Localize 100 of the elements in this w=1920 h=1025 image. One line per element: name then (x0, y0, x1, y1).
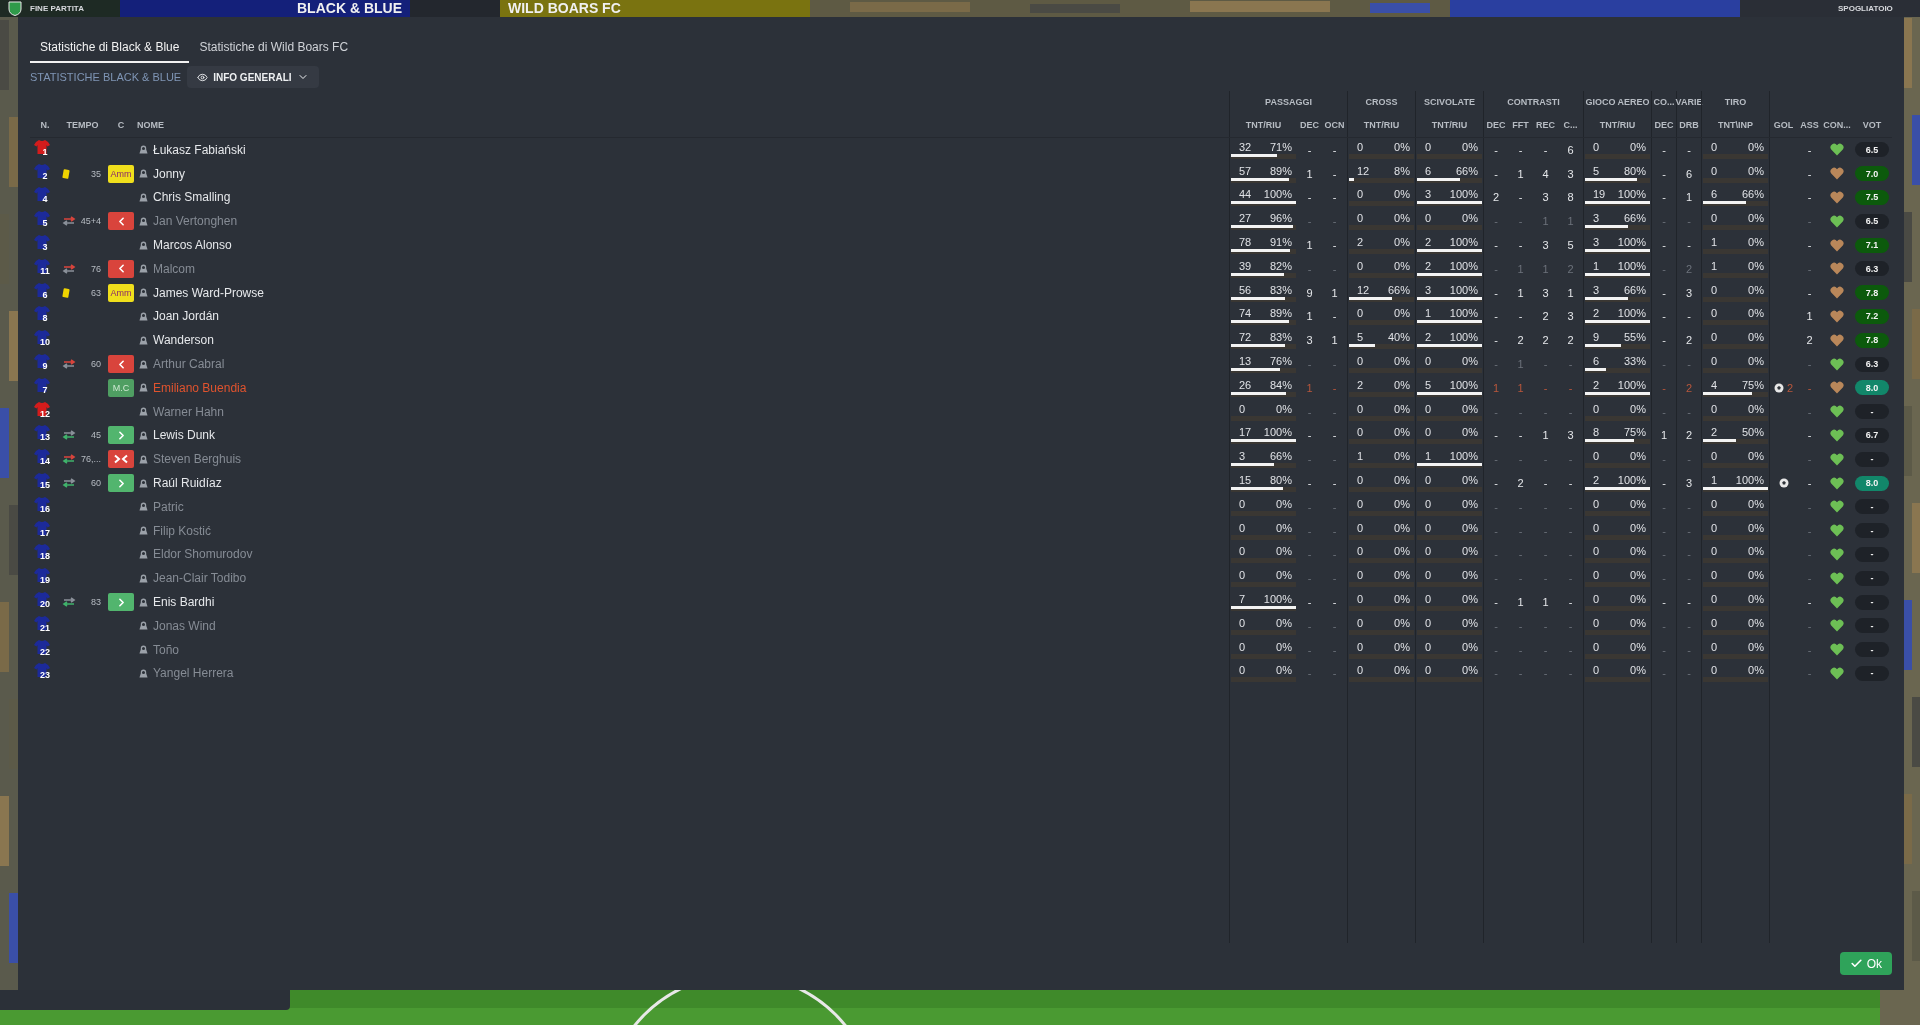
player-name[interactable]: Patric (153, 499, 184, 514)
progress-track (1585, 415, 1650, 421)
stat-count: 15 (1239, 474, 1252, 487)
stat-count: 39 (1239, 259, 1252, 272)
stat-percent: 100% (1617, 236, 1646, 249)
player-name[interactable]: James Ward-Prowse (153, 285, 264, 300)
player-name[interactable]: Łukasz Fabiański (153, 142, 246, 157)
player-name[interactable]: Malcom (153, 261, 195, 276)
minute-text: 83 (91, 597, 101, 608)
stat-value: - (1332, 619, 1337, 632)
stat-percent: 0% (1748, 640, 1764, 653)
player-name[interactable]: Lewis Dunk (153, 428, 216, 443)
substitution-icon (62, 216, 76, 227)
player-name[interactable]: Steven Berghuis (153, 452, 242, 467)
stat-value: - (1807, 215, 1812, 228)
progress-track (1231, 510, 1296, 516)
player-name[interactable]: Joan Jordán (153, 309, 220, 324)
rating-badge: 7.2 (1855, 308, 1889, 324)
stat-percent: 0% (1748, 521, 1764, 534)
stat-value: - (1662, 453, 1666, 466)
player-name[interactable]: Warner Hahn (153, 404, 224, 419)
stat-count: 2 (1593, 378, 1600, 391)
progress-track (1417, 677, 1482, 683)
player-name[interactable]: Enis Bardhi (153, 595, 215, 610)
stat-percent: 0% (1394, 236, 1410, 249)
progress-track (1417, 439, 1482, 445)
column-header: TEMPO (66, 120, 99, 130)
check-icon (1849, 957, 1863, 970)
stat-value: - (1662, 358, 1666, 371)
stat-count: 12 (1357, 283, 1370, 296)
stat-percent: 0% (1462, 497, 1478, 510)
player-name[interactable]: Toño (153, 642, 180, 657)
substitution-icon (62, 263, 76, 274)
player-name[interactable]: Filip Kostić (153, 523, 211, 538)
stat-count: 0 (1711, 616, 1718, 629)
stat-count: 74 (1239, 307, 1252, 320)
stat-percent: 66% (1623, 212, 1646, 225)
progress-track (1349, 534, 1414, 540)
column-header: TNT\INP (1718, 120, 1753, 130)
stat-count: 1 (1711, 474, 1718, 487)
view-dropdown[interactable]: INFO GENERALI (187, 66, 319, 88)
stat-value: - (1494, 477, 1498, 490)
player-name[interactable]: Arthur Cabral (153, 357, 225, 372)
stat-count: 26 (1239, 378, 1252, 391)
stat-value: - (1494, 619, 1498, 632)
progress-track (1585, 558, 1650, 564)
player-name[interactable]: Raúl Ruidíaz (153, 476, 222, 491)
stat-percent: 50% (1741, 426, 1764, 439)
stat-percent: 100% (1263, 593, 1292, 606)
stat-percent: 0% (1630, 521, 1646, 534)
team-tab[interactable]: Statistiche di Black & Blue (30, 33, 190, 63)
stat-percent: 0% (1748, 164, 1764, 177)
away-team-name: WILD BOARS FC (508, 0, 621, 17)
stat-count: 2 (1425, 236, 1432, 249)
shirt-number: 16 (39, 503, 51, 514)
stat-value: - (1687, 215, 1691, 228)
booking-card-icon (62, 287, 70, 298)
stat-count: 0 (1425, 497, 1432, 510)
column-header: C (117, 120, 125, 130)
locker-room-link[interactable]: SPOGLIATOIO (1838, 0, 1893, 17)
booking-card-icon (62, 168, 70, 179)
stat-count: 2 (1593, 307, 1600, 320)
stat-value: - (1687, 358, 1691, 371)
stat-value: - (1687, 143, 1691, 156)
stat-percent: 0% (1630, 616, 1646, 629)
player-name[interactable]: Jonny (153, 166, 186, 181)
stat-count: 1 (1593, 259, 1600, 272)
stat-percent: 0% (1462, 616, 1478, 629)
stat-value: 2 (1685, 381, 1693, 394)
stat-value: - (1807, 167, 1812, 180)
stat-count: 0 (1711, 664, 1718, 677)
person-icon (139, 264, 148, 274)
player-name[interactable]: Eldor Shomurodov (153, 547, 253, 562)
player-name[interactable]: Wanderson (153, 333, 214, 348)
shirt-number: 18 (39, 551, 51, 562)
stat-value: - (1687, 405, 1691, 418)
player-name[interactable]: Jonas Wind (153, 618, 216, 633)
player-name[interactable]: Yangel Herrera (153, 666, 234, 681)
stat-value: - (1543, 358, 1548, 371)
stat-percent: 0% (1748, 331, 1764, 344)
team-tab[interactable]: Statistiche di Wild Boars FC (189, 33, 359, 63)
player-name[interactable]: Jean-Clair Todibo (153, 571, 247, 586)
stat-value: - (1662, 596, 1666, 609)
stat-value: - (1662, 334, 1666, 347)
stat-count: 0 (1425, 402, 1432, 415)
stat-value: - (1807, 453, 1812, 466)
stat-count: 0 (1593, 545, 1600, 558)
stat-percent: 0% (1462, 545, 1478, 558)
stat-count: 1 (1357, 450, 1364, 463)
rating-badge: 6.3 (1855, 356, 1889, 372)
player-name[interactable]: Chris Smalling (153, 190, 231, 205)
stat-percent: 0% (1276, 545, 1292, 558)
stat-count: 3 (1425, 188, 1432, 201)
player-name[interactable]: Jan Vertonghen (153, 214, 238, 229)
rating-badge: - (1855, 665, 1889, 681)
person-icon (139, 407, 148, 417)
player-name[interactable]: Marcos Alonso (153, 238, 232, 253)
stat-count: 0 (1425, 140, 1432, 153)
shirt-number: 8 (41, 313, 49, 324)
stat-value: - (1687, 524, 1691, 537)
